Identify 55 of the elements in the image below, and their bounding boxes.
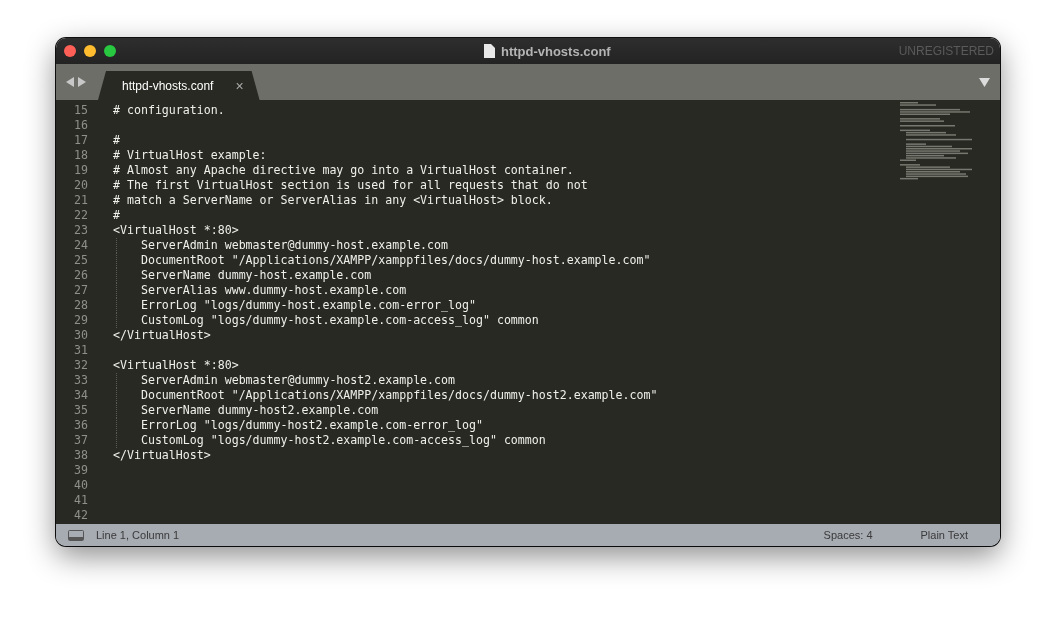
line-number: 42 bbox=[73, 508, 89, 523]
window-title: httpd-vhosts.conf bbox=[500, 43, 611, 59]
code-line: </VirtualHost> bbox=[113, 328, 211, 343]
line-number: 18 bbox=[73, 148, 89, 163]
line-number: 29 bbox=[73, 313, 89, 328]
line-number: 26 bbox=[73, 268, 89, 283]
tab-label: httpd-vhosts.conf bbox=[122, 78, 214, 93]
minimap-drawing[interactable] bbox=[900, 102, 972, 181]
line-number: 41 bbox=[73, 493, 89, 508]
line-number: 39 bbox=[73, 463, 89, 478]
cursor-position: Line 1, Column 1 bbox=[96, 529, 180, 541]
code-line: # bbox=[113, 208, 121, 223]
line-number: 36 bbox=[73, 418, 89, 433]
line-number: 37 bbox=[73, 433, 89, 448]
zoom-button[interactable] bbox=[104, 45, 116, 57]
line-number: 17 bbox=[73, 133, 89, 148]
code-line: # The first VirtualHost section is used for all requests that do not bbox=[113, 178, 588, 193]
code-line: # configuration. bbox=[113, 103, 225, 118]
line-number: 33 bbox=[73, 373, 89, 388]
line-number: 19 bbox=[73, 163, 89, 178]
line-number: 15 bbox=[73, 103, 89, 118]
right-arrow-icon[interactable] bbox=[78, 77, 86, 87]
code-line: # bbox=[113, 133, 121, 148]
file-tab[interactable]: httpd-vhosts.conf × bbox=[98, 71, 260, 100]
line-number: 34 bbox=[73, 388, 89, 403]
panel-toggle-icon[interactable] bbox=[68, 529, 84, 541]
line-number: 30 bbox=[73, 328, 89, 343]
line-number: 23 bbox=[73, 223, 89, 238]
code-line: <VirtualHost *:80> bbox=[113, 223, 239, 238]
line-number: 16 bbox=[73, 118, 89, 133]
minimize-button[interactable] bbox=[84, 45, 96, 57]
syntax-setting[interactable]: Plain Text bbox=[920, 529, 968, 541]
document-icon bbox=[483, 44, 495, 58]
line-number: 27 bbox=[73, 283, 89, 298]
line-number: 31 bbox=[73, 343, 89, 358]
close-button[interactable] bbox=[64, 45, 76, 57]
left-arrow-icon[interactable] bbox=[66, 77, 74, 87]
line-number: 20 bbox=[73, 178, 89, 193]
indentation-setting[interactable]: Spaces: 4 bbox=[823, 529, 873, 541]
dropdown-caret-icon[interactable] bbox=[979, 77, 990, 87]
line-number: 21 bbox=[73, 193, 89, 208]
code-line: # Almost any Apache directive may go into a VirtualHost container. bbox=[113, 163, 574, 178]
code-line: # VirtualHost example: bbox=[113, 148, 267, 163]
line-number: 38 bbox=[73, 448, 89, 463]
line-number: 28 bbox=[73, 298, 89, 313]
line-number: 32 bbox=[73, 358, 89, 373]
line-number: 22 bbox=[73, 208, 89, 223]
line-number: 24 bbox=[73, 238, 89, 253]
code-line: # match a ServerName or ServerAlias in any <VirtualHost> block. bbox=[113, 193, 553, 208]
code-line: <VirtualHost *:80> bbox=[113, 358, 239, 373]
line-number: 25 bbox=[73, 253, 89, 268]
code-line: </VirtualHost> bbox=[113, 448, 211, 463]
close-tab-button[interactable]: × bbox=[235, 77, 244, 94]
line-number: 40 bbox=[73, 478, 89, 493]
line-number: 35 bbox=[73, 403, 89, 418]
